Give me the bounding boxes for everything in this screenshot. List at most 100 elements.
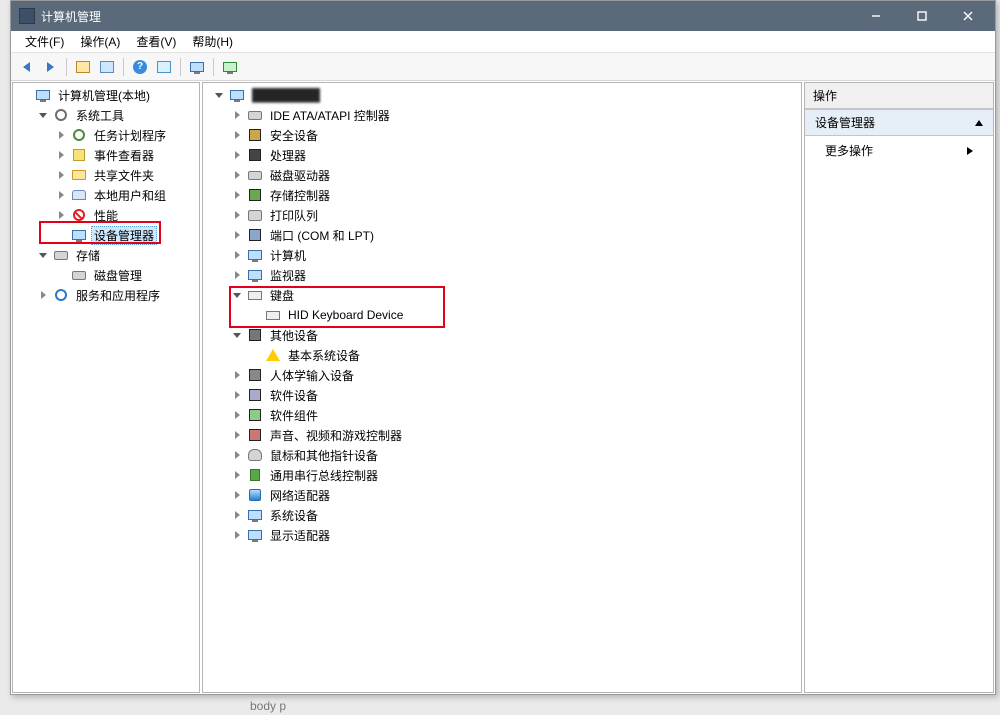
chevron-right-icon[interactable] [55, 189, 67, 201]
maximize-button[interactable] [899, 1, 945, 31]
menu-help[interactable]: 帮助(H) [184, 31, 241, 52]
dev-hid-keyboard[interactable]: HID Keyboard Device [247, 305, 801, 325]
folder-icon [71, 167, 87, 183]
cat-cpu[interactable]: 处理器 [229, 145, 801, 165]
storage-icon [53, 247, 69, 263]
chevron-down-icon[interactable] [213, 89, 225, 101]
dev-base-system[interactable]: 基本系统设备 [247, 345, 801, 365]
chevron-right-icon[interactable] [231, 469, 243, 481]
menu-action[interactable]: 操作(A) [72, 31, 128, 52]
toolbar-button-5[interactable] [153, 56, 175, 78]
system-icon [247, 507, 263, 523]
cat-audio[interactable]: 声音、视频和游戏控制器 [229, 425, 801, 445]
chevron-right-icon[interactable] [231, 489, 243, 501]
chevron-down-icon[interactable] [37, 249, 49, 261]
printer-icon [247, 207, 263, 223]
chevron-right-icon[interactable] [231, 389, 243, 401]
cat-monitor[interactable]: 监视器 [229, 265, 801, 285]
device-root[interactable]: ████████ [211, 85, 801, 105]
collapse-icon [975, 120, 983, 126]
chevron-right-icon[interactable] [55, 169, 67, 181]
console-tree-pane[interactable]: 计算机管理(本地) 系统工具 任务计划程序 事件查看器 [12, 82, 200, 693]
chevron-right-icon[interactable] [55, 209, 67, 221]
titlebar[interactable]: 计算机管理 [11, 1, 995, 31]
chevron-right-icon[interactable] [231, 109, 243, 121]
cat-keyboard[interactable]: 键盘 [229, 285, 801, 305]
menu-file[interactable]: 文件(F) [17, 31, 72, 52]
port-icon [247, 227, 263, 243]
app-icon [19, 8, 35, 24]
chevron-right-icon[interactable] [231, 249, 243, 261]
cat-ports[interactable]: 端口 (COM 和 LPT) [229, 225, 801, 245]
chevron-right-icon[interactable] [231, 509, 243, 521]
software-icon [247, 387, 263, 403]
tree-performance[interactable]: 性能 [53, 205, 199, 225]
device-manager-icon [71, 227, 87, 243]
storage-ctrl-icon [247, 187, 263, 203]
tree-root-label: 计算机管理(本地) [55, 86, 153, 105]
cat-network[interactable]: 网络适配器 [229, 485, 801, 505]
window-title: 计算机管理 [41, 8, 853, 25]
chevron-right-icon[interactable] [231, 409, 243, 421]
tree-disk-management[interactable]: 磁盘管理 [53, 265, 199, 285]
chevron-right-icon[interactable] [231, 369, 243, 381]
cat-cdrom[interactable]: 磁盘驱动器 [229, 165, 801, 185]
cat-mouse[interactable]: 鼠标和其他指针设备 [229, 445, 801, 465]
cat-print[interactable]: 打印队列 [229, 205, 801, 225]
warning-icon [265, 347, 281, 363]
toolbar-button-6[interactable] [186, 56, 208, 78]
chevron-right-icon[interactable] [231, 149, 243, 161]
tree-local-users[interactable]: 本地用户和组 [53, 185, 199, 205]
cat-soft-dev[interactable]: 软件设备 [229, 385, 801, 405]
monitor-icon [247, 267, 263, 283]
chevron-right-icon[interactable] [231, 449, 243, 461]
book-icon [71, 147, 87, 163]
help-button[interactable]: ? [129, 56, 151, 78]
computer-icon [247, 247, 263, 263]
chevron-right-icon[interactable] [231, 269, 243, 281]
device-manager-pane[interactable]: ████████ IDE ATA/ATAPI 控制器 安全设备 处理器 磁盘驱动… [202, 82, 802, 693]
chevron-right-icon[interactable] [231, 129, 243, 141]
toolbar-button-7[interactable] [219, 56, 241, 78]
cat-other[interactable]: 其他设备 [229, 325, 801, 345]
cat-security[interactable]: 安全设备 [229, 125, 801, 145]
chevron-right-icon[interactable] [37, 289, 49, 301]
chevron-down-icon[interactable] [37, 109, 49, 121]
chevron-down-icon[interactable] [231, 329, 243, 341]
cat-system[interactable]: 系统设备 [229, 505, 801, 525]
properties-button[interactable] [96, 56, 118, 78]
tree-storage[interactable]: 存储 [35, 245, 199, 265]
tree-event-viewer[interactable]: 事件查看器 [53, 145, 199, 165]
tree-root[interactable]: 计算机管理(本地) [17, 85, 199, 105]
actions-section[interactable]: 设备管理器 [805, 109, 993, 136]
chevron-right-icon[interactable] [231, 429, 243, 441]
tree-shared-folders[interactable]: 共享文件夹 [53, 165, 199, 185]
close-button[interactable] [945, 1, 991, 31]
cat-computer[interactable]: 计算机 [229, 245, 801, 265]
tree-services-apps[interactable]: 服务和应用程序 [35, 285, 199, 305]
chevron-right-icon[interactable] [231, 169, 243, 181]
chevron-right-icon[interactable] [231, 529, 243, 541]
cat-hid[interactable]: 人体学输入设备 [229, 365, 801, 385]
chevron-right-icon[interactable] [231, 209, 243, 221]
chevron-right-icon[interactable] [231, 189, 243, 201]
chevron-right-icon[interactable] [55, 149, 67, 161]
cat-ide[interactable]: IDE ATA/ATAPI 控制器 [229, 105, 801, 125]
tree-system-tools[interactable]: 系统工具 [35, 105, 199, 125]
tree-device-manager[interactable]: 设备管理器 [53, 225, 199, 245]
actions-more[interactable]: 更多操作 [805, 136, 993, 165]
cat-soft-comp[interactable]: 软件组件 [229, 405, 801, 425]
show-hide-tree-button[interactable] [72, 56, 94, 78]
tree-task-scheduler[interactable]: 任务计划程序 [53, 125, 199, 145]
chevron-right-icon[interactable] [55, 129, 67, 141]
chevron-down-icon[interactable] [231, 289, 243, 301]
chevron-right-icon[interactable] [231, 229, 243, 241]
component-icon [247, 407, 263, 423]
back-button[interactable] [15, 56, 37, 78]
cat-usb[interactable]: 通用串行总线控制器 [229, 465, 801, 485]
menu-view[interactable]: 查看(V) [128, 31, 184, 52]
cat-display[interactable]: 显示适配器 [229, 525, 801, 545]
cat-storage-ctrl[interactable]: 存储控制器 [229, 185, 801, 205]
forward-button[interactable] [39, 56, 61, 78]
minimize-button[interactable] [853, 1, 899, 31]
